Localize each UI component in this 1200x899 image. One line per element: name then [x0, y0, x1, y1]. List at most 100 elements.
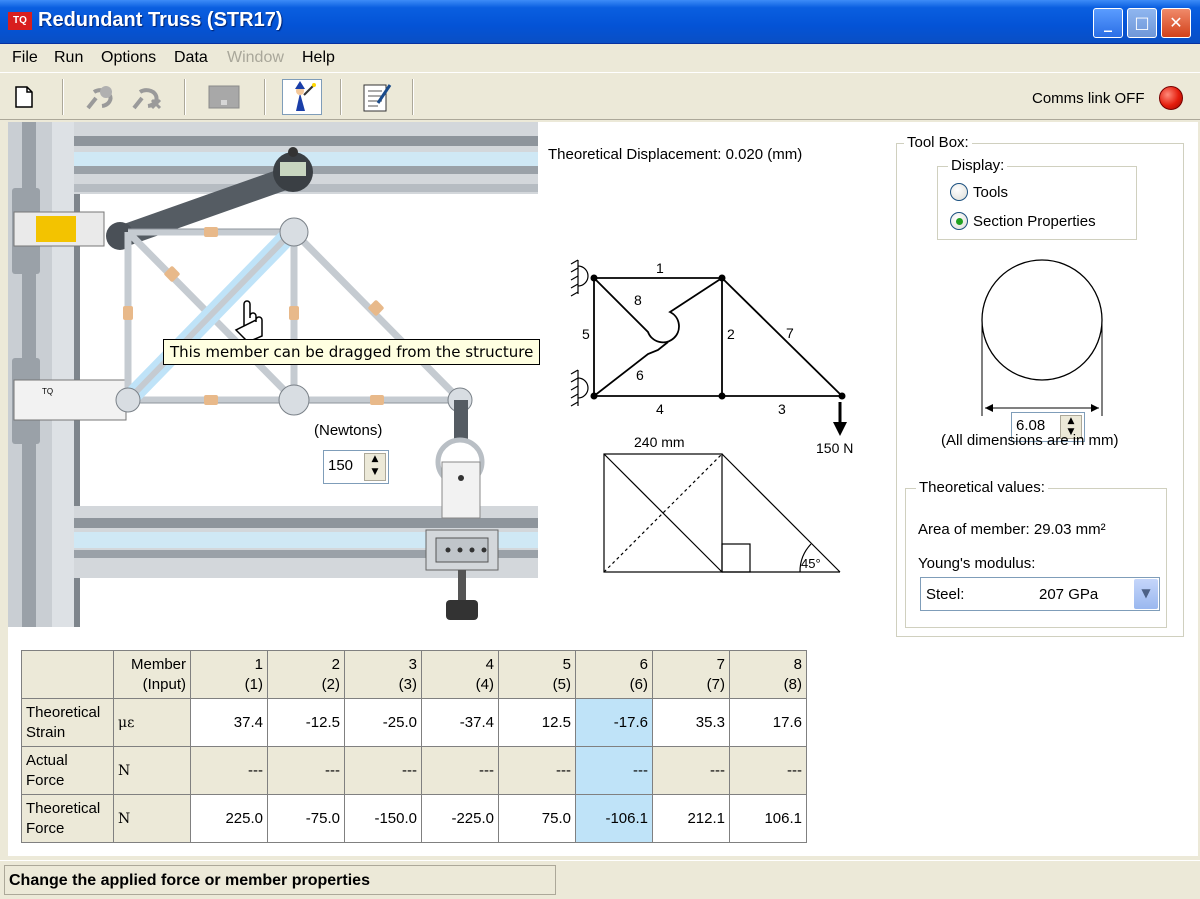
table-cell[interactable]: 12.5 [498, 698, 576, 747]
menu-help[interactable]: Help [302, 49, 335, 67]
column-header-2: 2 (2) [267, 650, 345, 699]
table-cell[interactable]: --- [421, 746, 499, 795]
member-label-8: 8 [634, 292, 642, 308]
radio-tools[interactable]: Tools [950, 183, 1008, 201]
new-document-icon [15, 86, 33, 108]
table-header-row: Member (Input) 1 (1) 2 (2) 3 (3) 4 (4) 5 (5) 6… [21, 650, 807, 699]
table-cell[interactable]: 35.3 [652, 698, 730, 747]
new-file-button[interactable] [4, 79, 44, 115]
youngs-modulus-label: Young's modulus: [918, 555, 1036, 572]
truss-diagram: 1 2 3 4 5 6 7 8 150 N 240 mm 45° [570, 259, 853, 573]
row-unit: N [113, 794, 191, 843]
table-cell[interactable]: --- [729, 746, 807, 795]
drag-member-tooltip: This member can be dragged from the stru… [163, 339, 541, 365]
applied-force-value[interactable]: 150 [328, 457, 353, 474]
dropdown-chevron-icon[interactable]: ▼ [1134, 579, 1158, 609]
table-cell[interactable]: 37.4 [190, 698, 268, 747]
toolbox-title: Tool Box: [904, 134, 972, 151]
menu-options[interactable]: Options [101, 49, 156, 67]
radio-tools-circle[interactable] [950, 183, 968, 201]
display-group: Display: Tools Section Properties [937, 157, 1137, 240]
menu-data[interactable]: Data [174, 49, 208, 67]
member-section-drawing [981, 259, 1103, 416]
menu-window[interactable]: Window [227, 49, 284, 67]
display-group-label: Display: [948, 157, 1008, 174]
svg-text:TQ: TQ [42, 387, 53, 396]
maximize-button[interactable]: □ [1127, 8, 1157, 38]
force-down-arrow-icon[interactable]: ▼ [365, 467, 385, 480]
plug-disconnect-icon [132, 88, 162, 110]
table-cell[interactable]: 106.1 [729, 794, 807, 843]
status-pane: Change the applied force or member prope… [4, 865, 556, 895]
column-header-4: 4 (4) [421, 650, 499, 699]
wizard-button[interactable] [282, 79, 322, 115]
table-row: Theoretical Force N 225.0 -75.0 -150.0 -2… [21, 794, 807, 843]
menu-file[interactable]: File [12, 49, 38, 67]
table-cell[interactable]: -150.0 [344, 794, 422, 843]
column-header-7: 7 (7) [652, 650, 730, 699]
screen-icon [208, 85, 240, 109]
close-button[interactable]: ✕ [1161, 8, 1191, 38]
table-cell[interactable]: 75.0 [498, 794, 576, 843]
table-cell[interactable]: 225.0 [190, 794, 268, 843]
radio-section-properties[interactable]: Section Properties [950, 212, 1096, 230]
table-cell[interactable]: -75.0 [267, 794, 345, 843]
member-header: Member (Input) [113, 650, 191, 699]
radio-tools-label[interactable]: Tools [973, 184, 1008, 201]
notes-button[interactable] [356, 79, 396, 115]
table-cell[interactable]: 212.1 [652, 794, 730, 843]
diameter-up-arrow-icon[interactable]: ▲ [1061, 416, 1081, 427]
plug-connect-icon [86, 86, 113, 110]
modulus-value: 207 GPa [1039, 586, 1099, 603]
truss-rig-illustration: TQ [8, 122, 538, 627]
row-unit: N [113, 746, 191, 795]
row-label-theoretical-strain: Theoretical Strain [21, 698, 114, 747]
column-header-5: 5 (5) [498, 650, 576, 699]
member-label-6: 6 [636, 367, 644, 383]
load-label: 150 N [816, 440, 853, 456]
menu-bar: File Run Options Data Window Help [0, 44, 1200, 72]
results-table: Member (Input) 1 (1) 2 (2) 3 (3) 4 (4) 5 (5) 6… [21, 650, 807, 843]
member-label-5: 5 [582, 326, 590, 342]
applied-force-stepper[interactable]: 150 ▲ ▼ [323, 450, 389, 484]
record-button[interactable] [204, 79, 244, 115]
table-cell-selected[interactable]: -106.1 [575, 794, 653, 843]
column-header-1: 1 (1) [190, 650, 268, 699]
force-unit-label: (Newtons) [314, 422, 383, 439]
theoretical-values-label: Theoretical values: [916, 479, 1048, 496]
table-cell[interactable]: 17.6 [729, 698, 807, 747]
table-cell[interactable]: -225.0 [421, 794, 499, 843]
title-bar: TQ Redundant Truss (STR17) _ □ ✕ [0, 0, 1200, 44]
row-label-theoretical-force: Theoretical Force [21, 794, 114, 843]
table-cell-selected[interactable]: -17.6 [575, 698, 653, 747]
table-cell[interactable]: --- [652, 746, 730, 795]
radio-section-circle[interactable] [950, 212, 968, 230]
app-logo-icon: TQ [8, 12, 32, 30]
connect-button[interactable] [80, 79, 120, 115]
material-name: Steel: [926, 586, 965, 603]
table-cell[interactable]: -37.4 [421, 698, 499, 747]
table-cell[interactable]: --- [190, 746, 268, 795]
minimize-button[interactable]: _ [1093, 8, 1123, 38]
table-cell[interactable]: --- [344, 746, 422, 795]
disconnect-button[interactable] [126, 79, 166, 115]
member-label-4: 4 [656, 401, 664, 417]
comms-status-label: Comms link OFF [1032, 90, 1145, 107]
column-header-3: 3 (3) [344, 650, 422, 699]
table-cell[interactable]: -25.0 [344, 698, 422, 747]
table-cell-selected[interactable]: --- [575, 746, 653, 795]
status-message: Change the applied force or member prope… [9, 872, 370, 889]
table-cell[interactable]: --- [267, 746, 345, 795]
angle-label: 45° [801, 556, 821, 571]
table-cell[interactable]: --- [498, 746, 576, 795]
dimension-label: 240 mm [634, 434, 685, 450]
workspace: TQ This member can be dragged from the s… [8, 122, 1198, 856]
force-up-arrow-icon[interactable]: ▲ [365, 454, 385, 467]
radio-section-label[interactable]: Section Properties [973, 213, 1096, 230]
table-cell[interactable]: -12.5 [267, 698, 345, 747]
member-label-1: 1 [656, 260, 664, 276]
column-header-8: 8 (8) [729, 650, 807, 699]
youngs-modulus-select[interactable]: Steel: 207 GPa ▼ [920, 577, 1160, 611]
menu-run[interactable]: Run [54, 49, 83, 67]
toolbar: Comms link OFF [0, 72, 1200, 120]
